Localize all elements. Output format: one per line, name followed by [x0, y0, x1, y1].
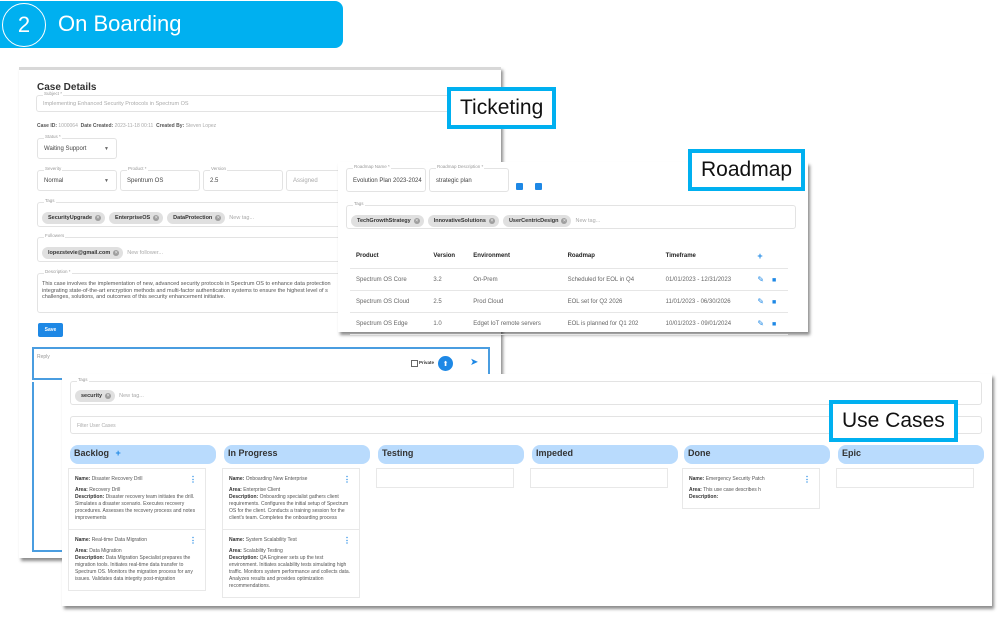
new-tag-input[interactable]: New follower...: [127, 250, 163, 256]
cell-timeframe: 11/01/2023 - 06/30/2026: [659, 290, 752, 313]
severity-select[interactable]: Severity Normal ▼: [37, 166, 117, 191]
tag-chip[interactable]: InnovativeSolutions ×: [427, 214, 499, 227]
product-field[interactable]: Product * Spentrum OS: [120, 166, 200, 191]
use-case-card[interactable]: Name: Disaster Recovery Drill Area: Recov…: [69, 469, 205, 529]
cell-product: Spectrum OS Core: [350, 268, 428, 291]
cell-roadmap: EOL is planned for Q1 202: [561, 312, 660, 335]
column-header: Product: [350, 244, 428, 269]
column-body: Name: Onboarding New Enterprise Area: Ent…: [222, 468, 360, 598]
save-icon[interactable]: [535, 183, 542, 190]
roadmap-label: Roadmap: [688, 149, 806, 191]
tag-chip[interactable]: TechGrowthStrategy ×: [351, 214, 424, 227]
cell-roadmap: EOL set for Q2 2026: [561, 290, 660, 313]
cell-product: Spectrum OS Cloud: [350, 290, 428, 313]
use-case-card[interactable]: Name: Emergency Security Patch Area: This…: [683, 469, 819, 508]
assigned-field[interactable]: Assigned: [286, 170, 346, 191]
remove-tag-icon[interactable]: ×: [215, 214, 222, 221]
tag-chip[interactable]: EnterpriseOS ×: [109, 211, 164, 224]
more-options-icon[interactable]: ⋮: [189, 537, 197, 545]
cell-timeframe: 10/01/2023 - 09/01/2024: [659, 312, 752, 335]
add-use-case-icon[interactable]: +: [113, 448, 121, 458]
cell-environment: Prod Cloud: [467, 290, 562, 313]
case-meta: Case ID: 1000064 Date Created: 2023-11-1…: [37, 123, 217, 129]
use-case-card[interactable]: Name: Onboarding New Enterprise Area: Ent…: [223, 469, 359, 529]
tag-chip[interactable]: DataProtection ×: [167, 211, 226, 224]
roadmap-table: Product Version Environment Roadmap Timefram…: [350, 244, 788, 335]
use-case-card[interactable]: Name: Real-time Data Migration Area: Data…: [69, 529, 205, 590]
private-checkbox[interactable]: [411, 360, 418, 367]
section-title: On Boarding: [58, 11, 182, 36]
tag-chip[interactable]: lopezstevie@gmail.com ×: [42, 246, 124, 259]
cell-product: Spectrum OS Edge: [350, 312, 428, 335]
section-banner: 2 On Boarding: [0, 1, 343, 48]
table-row: Spectrum OS Cloud 2.5 Prod Cloud EOL set fo…: [350, 290, 788, 313]
chevron-down-icon: ▼: [104, 178, 109, 184]
remove-tag-icon[interactable]: ×: [488, 217, 495, 224]
column-header: Version: [427, 244, 468, 269]
column-impeded: Impeded: [532, 445, 678, 464]
column-done: Done: [684, 445, 830, 464]
send-icon[interactable]: ➤: [470, 357, 478, 368]
more-options-icon[interactable]: ⋮: [343, 537, 351, 545]
column-body: Name: Disaster Recovery Drill Area: Recov…: [68, 468, 206, 591]
more-options-icon[interactable]: ⋮: [189, 476, 197, 484]
column-header: Timeframe: [659, 244, 752, 269]
use-case-card[interactable]: Name: System Scalability Test Area: Scala…: [223, 529, 359, 597]
remove-tag-icon[interactable]: ×: [95, 214, 102, 221]
column-body: [530, 468, 668, 488]
column-backlog: Backlog +: [70, 445, 216, 464]
remove-tag-icon[interactable]: ×: [153, 214, 160, 221]
column-in-progress: In Progress: [224, 445, 370, 464]
remove-tag-icon[interactable]: ×: [113, 249, 120, 256]
cell-environment: On-Prem: [467, 268, 562, 291]
table-row: Spectrum OS Core 3.2 On-Prem Scheduled for …: [350, 268, 788, 291]
edit-icon[interactable]: ✎: [757, 297, 764, 306]
chevron-down-icon: ▼: [104, 146, 109, 152]
status-select[interactable]: Status * Waiting Support ▼: [37, 134, 117, 159]
column-header: Environment: [467, 244, 562, 269]
edit-icon[interactable]: ✎: [757, 275, 764, 284]
cell-version: 2.5: [427, 290, 468, 313]
save-button[interactable]: Save: [38, 323, 63, 337]
use-cases-label: Use Cases: [829, 400, 958, 442]
more-options-icon[interactable]: ⋮: [343, 476, 351, 484]
more-options-icon[interactable]: ⋮: [803, 476, 811, 484]
column-body: [836, 468, 974, 488]
ticketing-label: Ticketing: [447, 87, 557, 129]
new-tag-input[interactable]: New tag...: [229, 215, 254, 221]
cell-environment: Edget IoT remote servers: [467, 312, 562, 335]
cell-roadmap: Scheduled for EOL in Q4: [561, 268, 660, 291]
roadmap-description-field[interactable]: Roadmap Description * strategic plan: [429, 164, 509, 192]
upload-icon[interactable]: ⬆: [438, 356, 453, 371]
cell-version: 1.0: [427, 312, 468, 335]
cell-timeframe: 01/01/2023 - 12/31/2023: [659, 268, 752, 291]
add-row-icon[interactable]: +: [751, 244, 788, 269]
roadmap-name-field[interactable]: Roadmap Name * Evolution Plan 2023-2024: [346, 164, 426, 192]
tag-chip[interactable]: security ×: [75, 389, 116, 402]
new-tag-input[interactable]: New tag...: [575, 218, 600, 224]
column-testing: Testing: [378, 445, 524, 464]
delete-icon[interactable]: ■: [772, 321, 776, 328]
version-field[interactable]: Version 2.5: [203, 166, 283, 191]
tag-chip[interactable]: SecurityUpgrade ×: [42, 211, 106, 224]
roadmap-tags-field[interactable]: Tags TechGrowthStrategy × InnovativeSoluti…: [346, 201, 796, 229]
new-tag-input[interactable]: New tag...: [119, 393, 144, 399]
delete-icon[interactable]: ■: [772, 277, 776, 284]
column-body: [376, 468, 514, 488]
column-body: Name: Emergency Security Patch Area: This…: [682, 468, 820, 509]
edit-icon[interactable]: ✎: [757, 319, 764, 328]
column-epic: Epic: [838, 445, 984, 464]
subject-field[interactable]: Subject * Implementing Enhanced Security…: [36, 91, 506, 112]
delete-icon[interactable]: ■: [772, 299, 776, 306]
remove-tag-icon[interactable]: ×: [105, 392, 112, 399]
step-number: 2: [2, 3, 46, 47]
cell-version: 3.2: [427, 268, 468, 291]
remove-tag-icon[interactable]: ×: [561, 217, 568, 224]
tag-chip[interactable]: UserCentricDesign ×: [502, 214, 572, 227]
table-row: Spectrum OS Edge 1.0 Edget IoT remote serv…: [350, 312, 788, 335]
column-header: Roadmap: [561, 244, 660, 269]
remove-tag-icon[interactable]: ×: [413, 217, 420, 224]
calendar-icon[interactable]: [516, 183, 523, 190]
